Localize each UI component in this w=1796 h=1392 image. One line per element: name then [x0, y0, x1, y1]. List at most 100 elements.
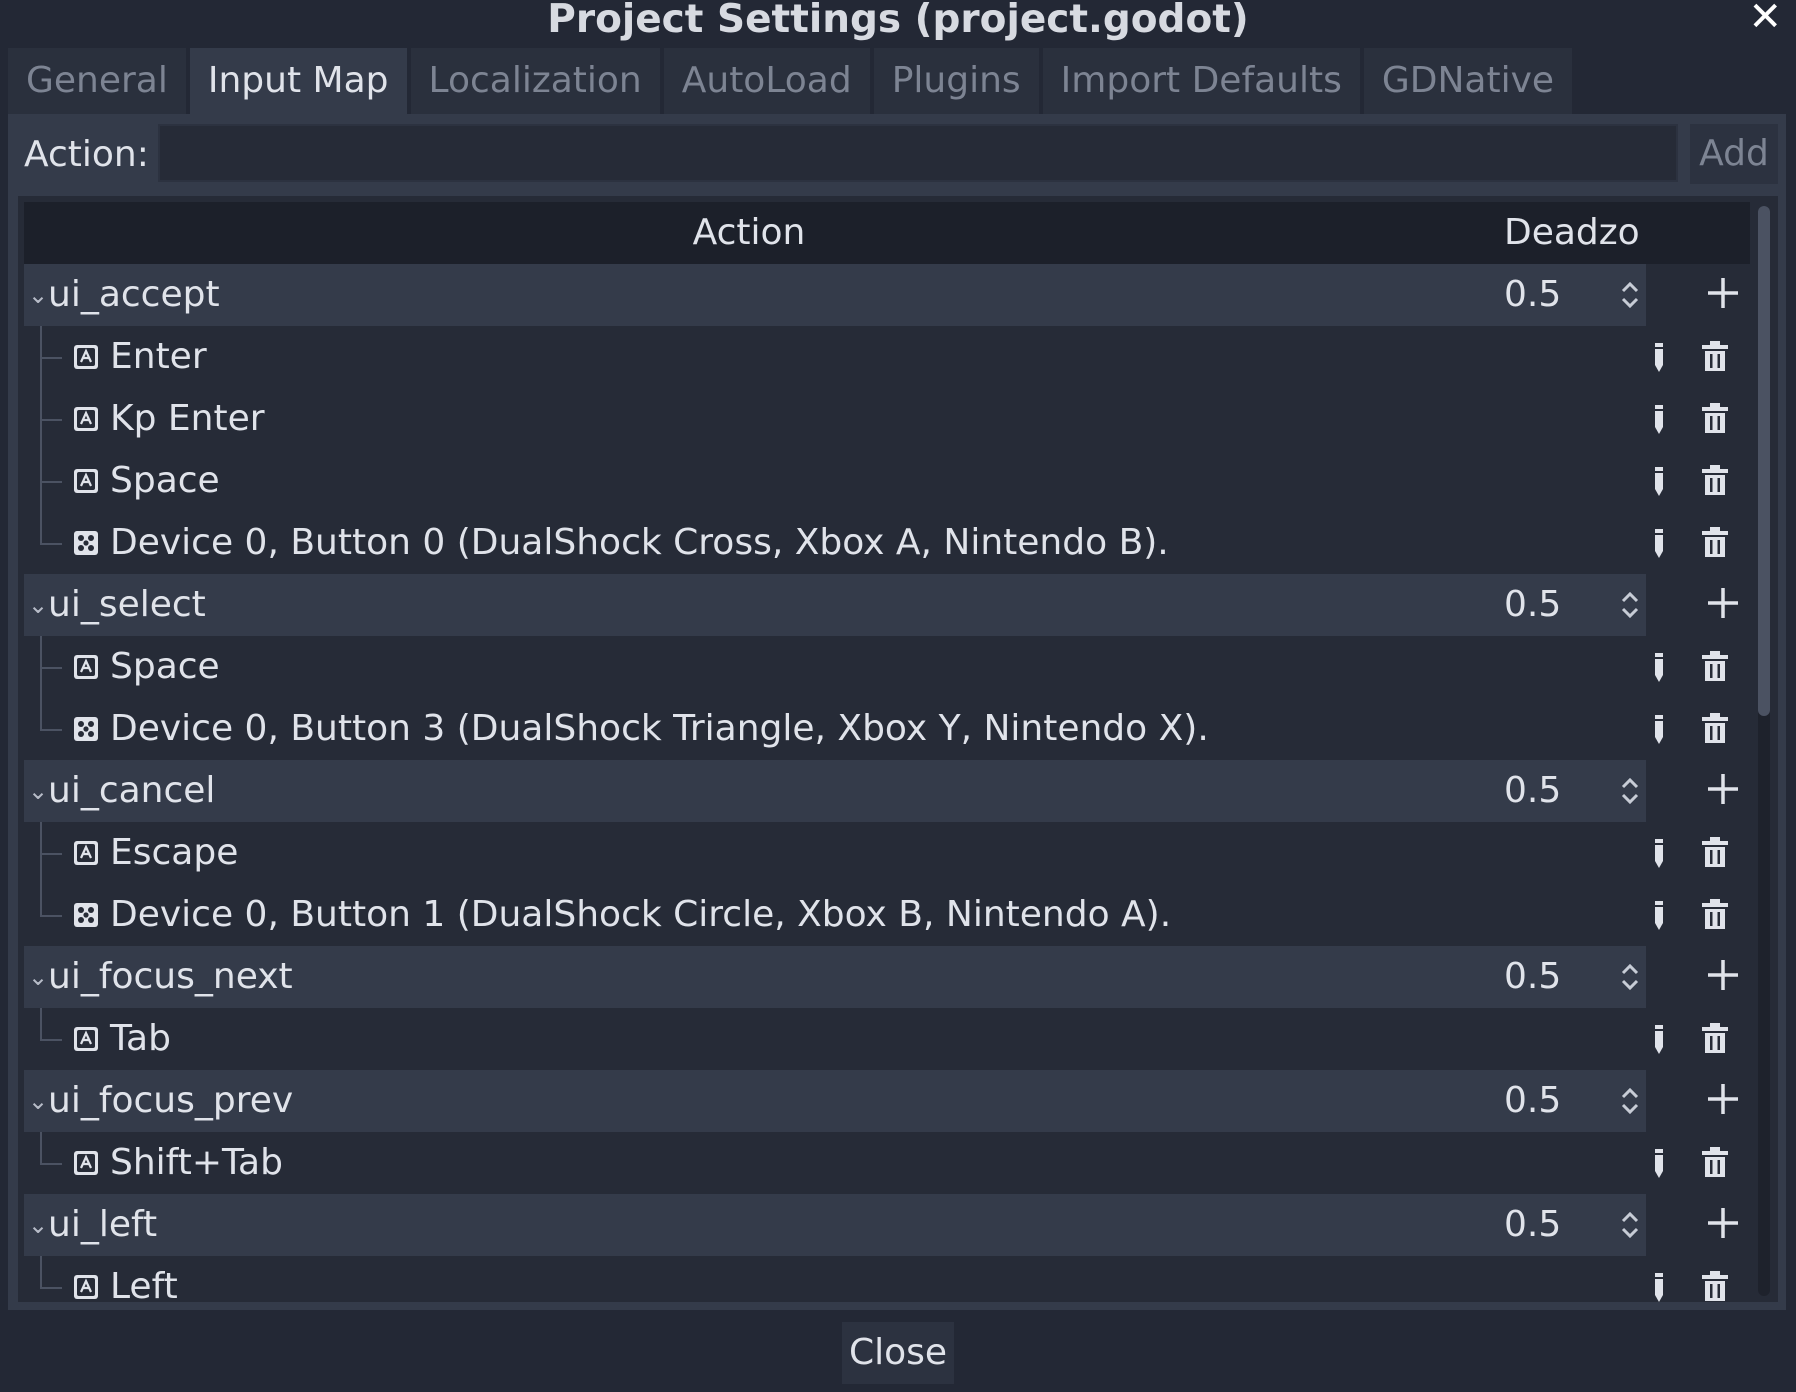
tab-bar: General Input Map Localization AutoLoad … [8, 48, 1576, 114]
edit-icon[interactable] [1652, 401, 1666, 437]
chevron-down-icon[interactable]: ⌄ [28, 264, 48, 326]
action-row-5[interactable]: ⌄ ui_left 0.5 [24, 1194, 1750, 1256]
trash-icon[interactable] [1700, 401, 1730, 435]
spinner-arrows-icon[interactable] [1618, 588, 1642, 622]
column-header-deadzone: Deadzo [1504, 212, 1640, 253]
event-row[interactable]: Device 0, Button 3 (DualShock Triangle, … [24, 698, 1750, 760]
add-event-icon[interactable] [1704, 1080, 1742, 1118]
add-event-icon[interactable] [1704, 274, 1742, 312]
event-row[interactable]: Enter [24, 326, 1750, 388]
keyboard-key-icon [72, 653, 100, 681]
tree-line [40, 481, 62, 483]
deadzone-value[interactable]: 0.5 [1504, 760, 1561, 822]
tree-line [40, 357, 62, 359]
event-row[interactable]: Space [24, 450, 1750, 512]
edit-icon[interactable] [1652, 711, 1666, 747]
tab-plugins[interactable]: Plugins [873, 48, 1039, 114]
deadzone-value[interactable]: 0.5 [1504, 946, 1561, 1008]
event-label: Device 0, Button 3 (DualShock Triangle, … [110, 708, 1209, 749]
edit-icon[interactable] [1652, 463, 1666, 499]
edit-icon[interactable] [1652, 339, 1666, 375]
event-row[interactable]: Tab [24, 1008, 1750, 1070]
edit-icon[interactable] [1652, 649, 1666, 685]
edit-icon[interactable] [1652, 1021, 1666, 1057]
action-row-0[interactable]: ⌄ ui_accept 0.5 [24, 264, 1750, 326]
edit-icon[interactable] [1652, 1269, 1666, 1302]
event-label: Tab [110, 1018, 171, 1059]
tab-import-defaults[interactable]: Import Defaults [1042, 48, 1360, 114]
add-event-icon[interactable] [1704, 584, 1742, 622]
action-name: ui_cancel [48, 770, 216, 811]
spinner-arrows-icon[interactable] [1618, 278, 1642, 312]
window-title: Project Settings (project.godot) [547, 0, 1249, 42]
vertical-scrollbar[interactable] [1758, 206, 1770, 1296]
chevron-down-icon[interactable]: ⌄ [28, 574, 48, 636]
deadzone-value[interactable]: 0.5 [1504, 1070, 1561, 1132]
trash-icon[interactable] [1700, 1269, 1730, 1302]
chevron-down-icon[interactable]: ⌄ [28, 946, 48, 1008]
action-name: ui_focus_next [48, 956, 293, 997]
deadzone-value[interactable]: 0.5 [1504, 1194, 1561, 1256]
action-label: Action: [24, 134, 149, 175]
tree-line [40, 543, 62, 545]
chevron-down-icon[interactable]: ⌄ [28, 760, 48, 822]
tree-line [40, 698, 42, 730]
spinner-arrows-icon[interactable] [1618, 1208, 1642, 1242]
edit-icon[interactable] [1652, 897, 1666, 933]
close-button[interactable]: Close [842, 1322, 954, 1384]
event-label: Left [110, 1266, 178, 1302]
trash-icon[interactable] [1700, 525, 1730, 559]
deadzone-value[interactable]: 0.5 [1504, 574, 1561, 636]
deadzone-value[interactable]: 0.5 [1504, 264, 1561, 326]
trash-icon[interactable] [1700, 339, 1730, 373]
trash-icon[interactable] [1700, 463, 1730, 497]
spinner-arrows-icon[interactable] [1618, 960, 1642, 994]
spinner-arrows-icon[interactable] [1618, 774, 1642, 808]
joypad-button-icon [72, 529, 100, 557]
trash-icon[interactable] [1700, 897, 1730, 931]
event-row[interactable]: Shift+Tab [24, 1132, 1750, 1194]
column-header-action: Action [692, 212, 806, 253]
add-action-button[interactable]: Add [1690, 124, 1778, 184]
event-row[interactable]: Left [24, 1256, 1750, 1302]
tree-line [40, 1039, 62, 1041]
tab-autoload[interactable]: AutoLoad [663, 48, 870, 114]
edit-icon[interactable] [1652, 835, 1666, 871]
event-row[interactable]: Escape [24, 822, 1750, 884]
trash-icon[interactable] [1700, 1145, 1730, 1179]
tab-localization[interactable]: Localization [410, 48, 660, 114]
action-row-4[interactable]: ⌄ ui_focus_prev 0.5 [24, 1070, 1750, 1132]
action-name-input[interactable] [158, 124, 1678, 182]
close-icon[interactable]: ✕ [1748, 0, 1782, 42]
event-label: Kp Enter [110, 398, 265, 439]
tree-line [40, 915, 62, 917]
trash-icon[interactable] [1700, 711, 1730, 745]
tab-general[interactable]: General [8, 48, 186, 114]
add-event-icon[interactable] [1704, 956, 1742, 994]
chevron-down-icon[interactable]: ⌄ [28, 1194, 48, 1256]
action-name: ui_select [48, 584, 206, 625]
trash-icon[interactable] [1700, 835, 1730, 869]
action-row-1[interactable]: ⌄ ui_select 0.5 [24, 574, 1750, 636]
action-row-3[interactable]: ⌄ ui_focus_next 0.5 [24, 946, 1750, 1008]
event-row[interactable]: Space [24, 636, 1750, 698]
tab-input-map[interactable]: Input Map [189, 48, 407, 114]
tree-line [40, 667, 62, 669]
event-row[interactable]: Device 0, Button 0 (DualShock Cross, Xbo… [24, 512, 1750, 574]
spinner-arrows-icon[interactable] [1618, 1084, 1642, 1118]
edit-icon[interactable] [1652, 525, 1666, 561]
tree-line [40, 512, 42, 544]
chevron-down-icon[interactable]: ⌄ [28, 1070, 48, 1132]
edit-icon[interactable] [1652, 1145, 1666, 1181]
trash-icon[interactable] [1700, 649, 1730, 683]
trash-icon[interactable] [1700, 1021, 1730, 1055]
keyboard-key-icon [72, 467, 100, 495]
action-name: ui_left [48, 1204, 158, 1245]
add-event-icon[interactable] [1704, 1204, 1742, 1242]
scrollbar-thumb[interactable] [1758, 206, 1770, 716]
event-row[interactable]: Device 0, Button 1 (DualShock Circle, Xb… [24, 884, 1750, 946]
event-row[interactable]: Kp Enter [24, 388, 1750, 450]
add-event-icon[interactable] [1704, 770, 1742, 808]
tab-gdnative[interactable]: GDNative [1363, 48, 1573, 114]
action-row-2[interactable]: ⌄ ui_cancel 0.5 [24, 760, 1750, 822]
